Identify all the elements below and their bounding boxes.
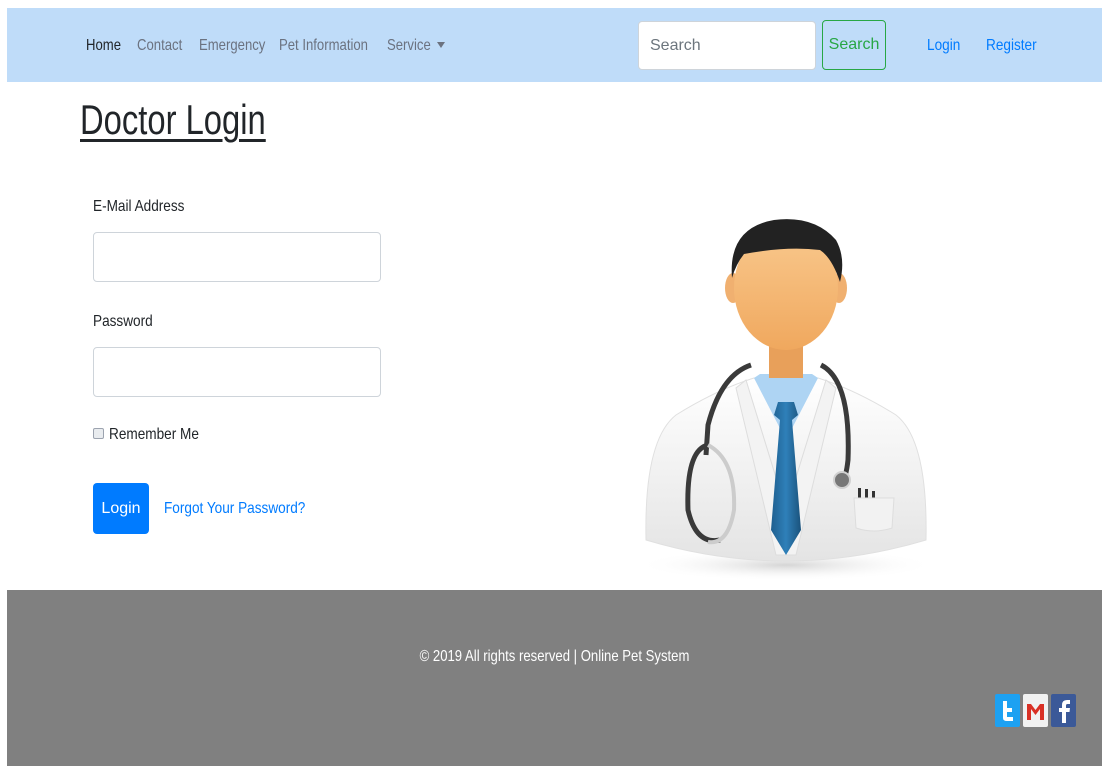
forgot-password-link[interactable]: Forgot Your Password? [164,500,305,518]
twitter-icon[interactable] [995,694,1020,727]
email-label: E-Mail Address [93,198,185,215]
nav-contact-link[interactable]: Contact [137,37,182,55]
facebook-icon[interactable] [1051,694,1076,727]
nav-emergency-link[interactable]: Emergency [199,37,265,55]
page-title: Doctor Login [80,96,266,143]
gmail-icon[interactable] [1023,694,1048,727]
email-field[interactable] [93,232,381,282]
footer-copyright: © 2019 All rights reserved | Online Pet … [419,648,690,665]
search-button[interactable]: Search [822,20,886,70]
password-label: Password [93,313,153,330]
nav-service-dropdown[interactable]: Service [387,37,453,55]
doctor-illustration [636,219,936,580]
nav-pet-information-link[interactable]: Pet Information [279,37,368,55]
search-input[interactable] [638,21,816,70]
nav-service-label: Service [387,37,431,54]
nav-home-link[interactable]: Home [86,37,121,55]
navbar: Home Contact Emergency Pet Information S… [7,8,1102,82]
footer: © 2019 All rights reserved | Online Pet … [7,590,1102,766]
remember-me-checkbox[interactable] [93,428,104,439]
login-button[interactable]: Login [93,483,149,534]
caret-down-icon [437,42,446,48]
password-field[interactable] [93,347,381,397]
remember-me-label[interactable]: Remember Me [109,426,199,444]
login-link[interactable]: Login [927,37,960,55]
register-link[interactable]: Register [986,37,1037,55]
